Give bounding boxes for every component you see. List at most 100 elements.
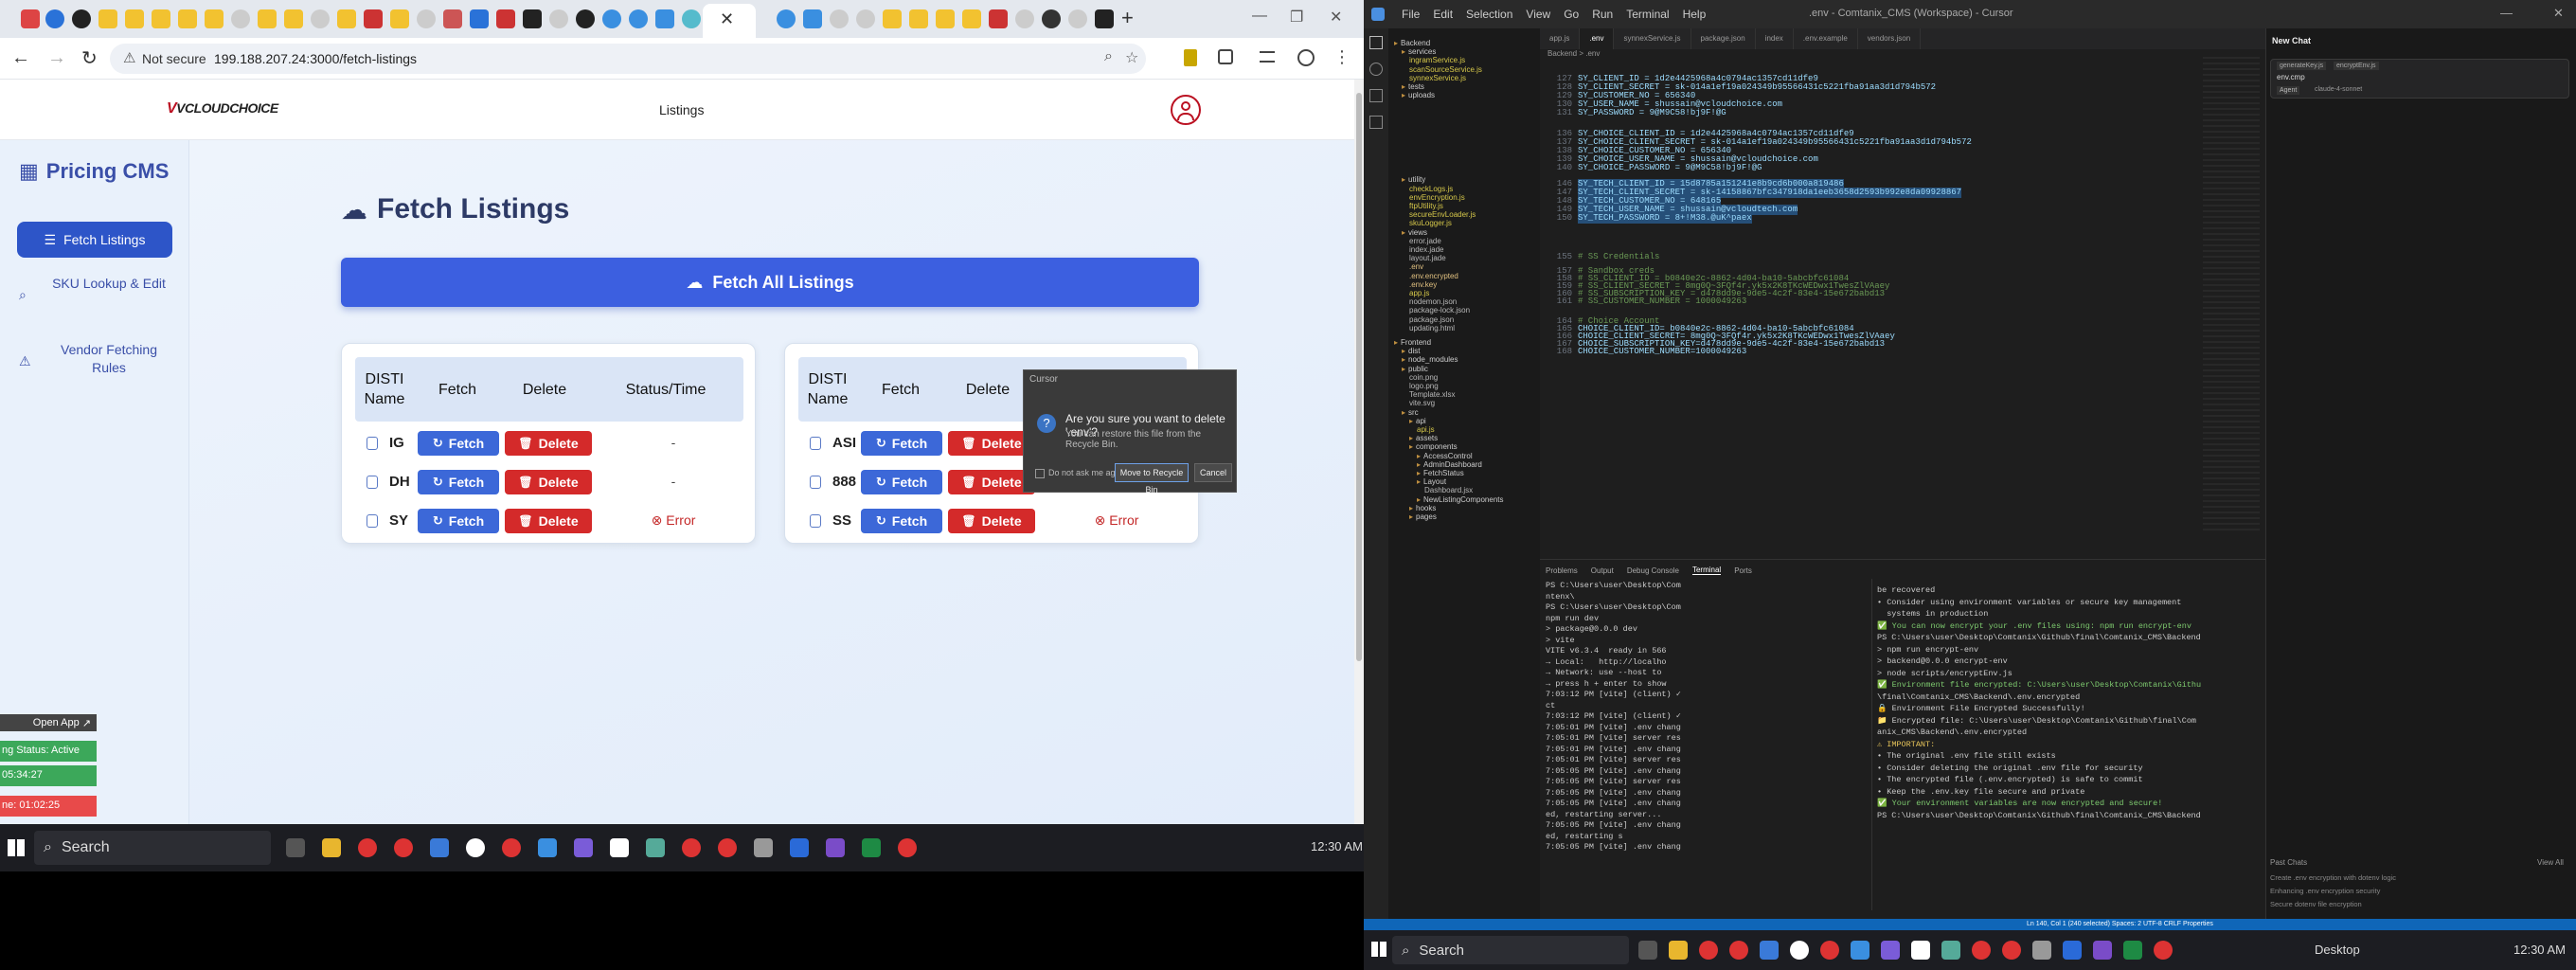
chrome-icon[interactable] — [1972, 941, 1991, 960]
tab-favicon-icon[interactable] — [909, 9, 928, 28]
extensions-puzzle-icon[interactable] — [1218, 49, 1233, 64]
tab-favicon-icon[interactable] — [178, 9, 197, 28]
app-icon[interactable] — [1881, 941, 1900, 960]
file-explorer-icon[interactable] — [322, 838, 341, 857]
source-control-icon[interactable] — [1369, 89, 1383, 102]
google-icon[interactable] — [417, 9, 436, 28]
excel-icon[interactable] — [862, 838, 881, 857]
app-icon[interactable] — [574, 838, 593, 857]
explorer-item[interactable]: ▸ pages — [1409, 512, 1437, 522]
tab-favicon-icon[interactable] — [337, 9, 356, 28]
tab-favicon-icon[interactable] — [682, 9, 701, 28]
move-to-recycle-bin-button[interactable]: Move to Recycle Bin — [1115, 463, 1189, 494]
do-not-ask-checkbox[interactable] — [1035, 469, 1045, 478]
open-app-button[interactable]: Open App ↗ — [0, 714, 97, 731]
google-icon[interactable] — [1068, 9, 1087, 28]
menu-edit[interactable]: Edit — [1433, 8, 1453, 21]
chrome-icon[interactable] — [1729, 941, 1748, 960]
tab-favicon-icon[interactable] — [205, 9, 224, 28]
zoom-app-icon[interactable] — [430, 838, 449, 857]
app-icon[interactable] — [1790, 941, 1809, 960]
taskbar-search[interactable]: ⌕ Search — [1392, 936, 1629, 964]
sidebar-item-fetch-listings[interactable]: ☰ Fetch Listings — [17, 222, 172, 258]
task-view-icon[interactable] — [286, 838, 305, 857]
new-tab-button[interactable]: + — [1121, 6, 1134, 30]
code-line[interactable]: # SS_CUSTOMER_NUMBER = 1000049263 — [1578, 296, 1746, 307]
reload-button[interactable]: ↻ — [81, 46, 98, 70]
menu-file[interactable]: File — [1402, 8, 1420, 21]
taskbar-clock[interactable]: 12:30 AM — [1311, 839, 1363, 853]
tab-favicon-icon[interactable] — [883, 9, 902, 28]
code-line[interactable]: # SS Credentials — [1578, 252, 1659, 262]
terminal-right[interactable]: be recovered • Consider using environment… — [1877, 584, 2265, 916]
media-controls-icon[interactable] — [1260, 51, 1275, 63]
tab-favicon-icon[interactable] — [496, 9, 515, 28]
taskbar-clock[interactable]: 12:30 AM — [2513, 943, 2566, 957]
not-secure-label[interactable]: Not secure — [142, 51, 206, 66]
fetch-button[interactable]: ↻ Fetch — [861, 431, 942, 456]
zoom-app-icon[interactable] — [1760, 941, 1779, 960]
panel-tab-problems[interactable]: Problems — [1546, 566, 1578, 575]
not-secure-icon[interactable]: ⚠ — [123, 49, 135, 66]
page-scrollbar[interactable] — [1354, 80, 1364, 824]
tab-favicon-icon[interactable] — [98, 9, 117, 28]
back-button[interactable]: ← — [11, 47, 30, 69]
context-file-chip[interactable]: generateKey.js — [2277, 62, 2327, 70]
cursor-app-icon[interactable] — [610, 838, 629, 857]
tab-favicon-icon[interactable] — [443, 9, 462, 28]
tab-favicon-icon[interactable] — [258, 9, 277, 28]
app-icon[interactable] — [1941, 941, 1960, 960]
code-line[interactable]: CHOICE_CUSTOMER_NUMBER=1000049263 — [1578, 347, 1746, 357]
terminal-left[interactable]: PS C:\Users\user\Desktop\Com ntenx\ PS C:\… — [1546, 581, 1868, 912]
minimize-window-button[interactable]: — — [2500, 6, 2513, 20]
profile-avatar-icon[interactable] — [1297, 49, 1315, 66]
minimize-window-button[interactable]: — — [1252, 8, 1267, 25]
vscode-icon[interactable] — [790, 838, 809, 857]
zoom-icon[interactable]: ⌕ — [1104, 48, 1113, 65]
minimap[interactable] — [2203, 57, 2260, 530]
sidebar-item-sku-lookup[interactable]: ⌕ SKU Lookup & Edit — [17, 275, 172, 322]
editor-tab[interactable]: .env — [1580, 28, 1615, 49]
view-all-link[interactable]: View All — [2537, 858, 2564, 867]
past-chat-item[interactable]: Create .env encryption with dotenv logic — [2270, 873, 2396, 882]
app-icon[interactable] — [538, 838, 557, 857]
chrome-icon[interactable] — [358, 838, 377, 857]
app-icon[interactable] — [754, 838, 773, 857]
panel-tab-ports[interactable]: Ports — [1734, 566, 1752, 575]
taskbar-search[interactable]: ⌕ Search — [34, 831, 271, 865]
menu-run[interactable]: Run — [1592, 8, 1613, 21]
browser-menu-icon[interactable]: ⋮ — [1333, 47, 1351, 67]
vscode-icon[interactable] — [2063, 941, 2082, 960]
chrome-icon[interactable] — [718, 838, 737, 857]
tab-favicon-icon[interactable] — [21, 9, 40, 28]
tab-favicon-icon[interactable] — [962, 9, 981, 28]
bookmark-star-icon[interactable]: ☆ — [1125, 48, 1138, 67]
past-chat-item[interactable]: Enhancing .env encryption security — [2270, 887, 2380, 895]
tab-favicon-icon[interactable] — [655, 9, 674, 28]
agent-mode-select[interactable]: Agent — [2277, 86, 2300, 95]
menu-go[interactable]: Go — [1564, 8, 1579, 21]
chrome-icon[interactable] — [1820, 941, 1839, 960]
tab-favicon-icon[interactable] — [602, 9, 621, 28]
delete-button[interactable]: 🗑 Delete — [505, 431, 592, 456]
extensions-icon[interactable] — [1369, 116, 1383, 129]
task-view-icon[interactable] — [1638, 941, 1657, 960]
chrome-icon[interactable] — [682, 838, 701, 857]
tab-favicon-icon[interactable] — [936, 9, 955, 28]
app-icon[interactable] — [466, 838, 485, 857]
explorer-item[interactable]: ▸ uploads — [1402, 90, 1435, 100]
google-icon[interactable] — [856, 9, 875, 28]
tab-favicon-icon[interactable] — [777, 9, 796, 28]
excel-icon[interactable] — [2123, 941, 2142, 960]
explorer-item[interactable]: updating.html — [1409, 323, 1455, 333]
desktop-label[interactable]: Desktop — [2315, 943, 2360, 957]
tab-favicon-icon[interactable] — [629, 9, 648, 28]
fetch-button[interactable]: ↻ Fetch — [861, 470, 942, 494]
chat-input-text[interactable]: env.cmp — [2277, 73, 2305, 81]
tab-favicon-icon[interactable] — [152, 9, 170, 28]
menu-view[interactable]: View — [1526, 8, 1550, 21]
tab-favicon-icon[interactable] — [1095, 9, 1114, 28]
extension-icon[interactable] — [1184, 49, 1197, 66]
chat-input[interactable]: generateKey.js encryptEnv.js env.cmp Age… — [2270, 59, 2569, 99]
fetch-button[interactable]: ↻ Fetch — [418, 470, 499, 494]
